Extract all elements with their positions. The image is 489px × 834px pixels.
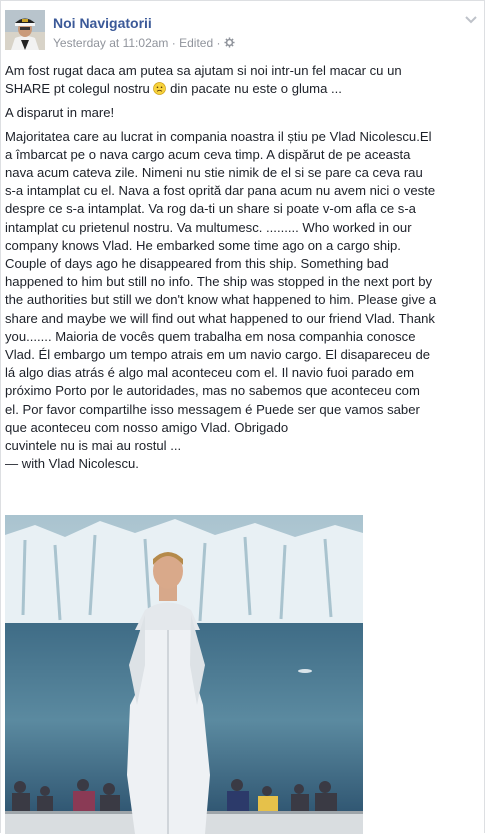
body-line: próximo Porto por le autoridades, mas no… (5, 383, 420, 399)
body-line: lá algo dias atrás é algo mal aconteceu … (5, 365, 415, 381)
intro-line-2-start: SHARE pt colegul nostru (5, 81, 150, 97)
body-line: Vlad. Él embargo um tempo atrais em um n… (5, 347, 431, 363)
body-line: que aconteceu com nosso amigo Vlad. Obri… (5, 419, 289, 435)
page-name-link[interactable]: Noi Navigatorii (53, 15, 152, 31)
body-line: Couple of days ago he disappeared from t… (5, 256, 389, 272)
edited-link[interactable]: Edited (179, 36, 213, 50)
post-card: Noi Navigatorii Yesterday at 11:02am · E… (0, 0, 485, 834)
post-text: Am fost rugat daca am putea sa ajutam si… (5, 62, 477, 473)
tagged-person-link[interactable]: Vlad Nicolescu (49, 456, 136, 471)
body-line: a îmbarcat pe o nava cargo acum ceva tim… (5, 146, 411, 162)
body-line: intamplat cu prietenul nostru. Va multum… (5, 219, 412, 235)
post-photo[interactable] (5, 515, 363, 834)
body-line: happened to him but still no info. The s… (5, 274, 433, 290)
body-line: nava acum cateva zile. Nimeni nu stie ni… (5, 165, 423, 181)
post-header: Noi Navigatorii Yesterday at 11:02am · E… (5, 10, 483, 54)
intro-line-2-end: din pacate nu este o gluma ... (170, 81, 342, 97)
body-paragraph: Majoritatea care au lucrat in compania n… (5, 128, 477, 474)
body-line: share and maybe we will find out what ha… (5, 310, 435, 326)
meta-separator: · (171, 36, 176, 50)
body-line: despre ce s-a intamplat. Va rog da-ti un… (5, 201, 416, 217)
post-timestamp[interactable]: Yesterday at 11:02am (53, 36, 168, 50)
body-line: company knows Vlad. He embarked some tim… (5, 237, 401, 253)
gear-icon[interactable] (224, 37, 235, 48)
tagged-line: — with Vlad Nicolescu. (5, 455, 477, 473)
body-line: the authorities but still we don't know … (5, 292, 437, 308)
page-avatar[interactable] (5, 10, 45, 50)
tag-prefix: — with (5, 456, 46, 472)
tag-suffix: . (135, 456, 139, 472)
intro-paragraph: Am fost rugat daca am putea sa ajutam si… (5, 62, 477, 98)
sad-face-emoji-icon (153, 82, 167, 96)
body-line: cuvintele nu is mai au rostul ... (5, 438, 182, 454)
intro-line-2: SHARE pt colegul nostru din pacate nu es… (5, 80, 477, 98)
body-line: Majoritatea care au lucrat in compania n… (5, 128, 432, 144)
chevron-down-icon[interactable] (463, 13, 479, 27)
body-line: el. Por favor compartilhe isso messagem … (5, 401, 420, 417)
meta-separator-2: · (216, 36, 221, 50)
body-line: s-a intamplat cu el. Nava a fost oprită … (5, 183, 436, 199)
post-heading: A disparut in mare! (5, 105, 115, 121)
intro-line-1: Am fost rugat daca am putea sa ajutam si… (5, 63, 402, 78)
body-line: you....... Maioria de vocês quem trabalh… (5, 328, 416, 344)
post-meta: Yesterday at 11:02am · Edited · (53, 36, 235, 50)
